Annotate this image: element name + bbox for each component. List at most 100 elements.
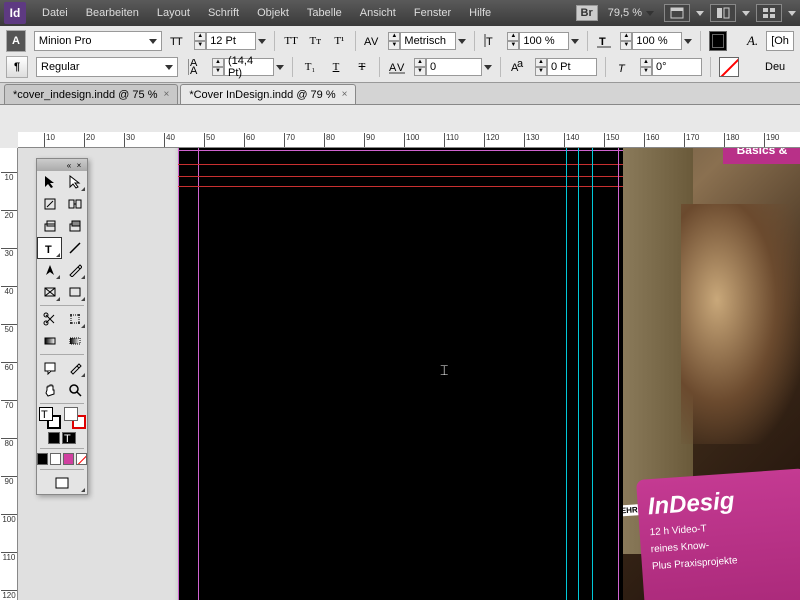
pen-tool[interactable]	[37, 259, 62, 281]
rectangle-tool[interactable]	[62, 281, 87, 303]
vscale-field[interactable]: ▲▼100 %	[507, 32, 579, 50]
svg-text:a: a	[517, 59, 524, 70]
collapse-icon[interactable]: «	[64, 161, 74, 170]
swatch-white[interactable]	[50, 453, 61, 465]
tab-label: *Cover InDesign.indd @ 79 %	[189, 89, 335, 101]
swatch-black[interactable]	[37, 453, 48, 465]
charstyle-icon: A.	[747, 33, 758, 49]
hscale-value[interactable]: 100 %	[632, 32, 682, 50]
superscript-button[interactable]: T¹	[331, 32, 347, 50]
font-size-icon: TT	[170, 32, 186, 50]
gap-tool[interactable]	[62, 193, 87, 215]
subscript-button[interactable]: T₁	[301, 58, 319, 76]
leading-value[interactable]: (14,4 Pt)	[224, 58, 274, 76]
menu-schrift[interactable]: Schrift	[200, 3, 247, 23]
free-transform-tool[interactable]	[62, 308, 87, 330]
menu-bearbeiten[interactable]: Bearbeiten	[78, 3, 147, 23]
swatch-magenta[interactable]	[63, 453, 74, 465]
content-placer-tool[interactable]	[62, 215, 87, 237]
bridge-button[interactable]: Br	[576, 5, 598, 21]
baseline-field[interactable]: ▲▼0 Pt	[535, 58, 597, 76]
font-style-value: Regular	[41, 61, 80, 73]
zoom-level-dropdown[interactable]: 79,5 %	[604, 7, 658, 19]
apply-color-button[interactable]	[48, 432, 60, 444]
strikethrough-button[interactable]: T	[353, 58, 371, 76]
hand-tool[interactable]	[37, 379, 62, 401]
view-mode-button-3[interactable]	[756, 4, 782, 22]
tracking-field[interactable]: ▲▼0	[414, 58, 492, 76]
canvas-area[interactable]: ⌶ Basics & LEHR InDesig 12 h Video-T rei…	[18, 148, 800, 600]
character-mode-button[interactable]: A	[6, 30, 26, 52]
skew-field[interactable]: ▲▼0°	[640, 58, 702, 76]
close-icon[interactable]: ×	[342, 89, 348, 100]
all-caps-button[interactable]: TT	[283, 32, 299, 50]
vscale-value[interactable]: 100 %	[519, 32, 569, 50]
fill-stroke-swatch[interactable]: T	[39, 407, 61, 429]
charstyle-dropdown[interactable]: [Oh	[766, 31, 794, 51]
line-tool[interactable]	[62, 237, 87, 259]
svg-text:A: A	[190, 65, 198, 75]
cover-image[interactable]: Basics & LEHR InDesig 12 h Video-T reine…	[623, 148, 800, 600]
kerning-value[interactable]: Metrisch	[400, 32, 456, 50]
scissors-tool[interactable]	[37, 308, 62, 330]
selection-tool[interactable]	[37, 171, 62, 193]
zoom-tool[interactable]	[62, 379, 87, 401]
panel-header[interactable]: «×	[37, 159, 87, 171]
view-mode-button-1[interactable]	[664, 4, 690, 22]
small-caps-button[interactable]: Tᴛ	[307, 32, 323, 50]
svg-text:T: T	[64, 433, 71, 443]
horizontal-ruler[interactable]: 0102030405060708090100110120130140150160…	[18, 132, 800, 148]
menu-datei[interactable]: Datei	[34, 3, 76, 23]
content-collector-tool[interactable]	[37, 215, 62, 237]
menu-layout[interactable]: Layout	[149, 3, 198, 23]
formatting-container-button[interactable]: T	[62, 432, 76, 444]
page-tool[interactable]	[37, 193, 62, 215]
vertical-ruler[interactable]: 0102030405060708090100110120	[0, 148, 18, 600]
page[interactable]: ⌶ Basics & LEHR InDesig 12 h Video-T rei…	[178, 148, 800, 600]
font-size-value[interactable]: 12 Pt	[206, 32, 256, 50]
menu-ansicht[interactable]: Ansicht	[352, 3, 404, 23]
close-icon[interactable]: ×	[163, 89, 169, 100]
text-stroke-swatch[interactable]	[719, 57, 739, 77]
tools-panel[interactable]: «× T T T	[36, 158, 88, 495]
kerning-field[interactable]: ▲▼Metrisch	[388, 32, 466, 50]
cover-title: InDesig	[647, 483, 799, 521]
menu-objekt[interactable]: Objekt	[249, 3, 297, 23]
document-tab-1[interactable]: *cover_indesign.indd @ 75 %×	[4, 84, 178, 104]
menu-hilfe[interactable]: Hilfe	[461, 3, 499, 23]
menu-tabelle[interactable]: Tabelle	[299, 3, 350, 23]
swatch-none[interactable]	[76, 453, 87, 465]
rectangle-frame-tool[interactable]	[37, 281, 62, 303]
note-tool[interactable]	[37, 357, 62, 379]
view-mode-tool[interactable]	[37, 472, 87, 494]
document-tab-2[interactable]: *Cover InDesign.indd @ 79 % ×	[180, 84, 356, 104]
hscale-field[interactable]: ▲▼100 %	[620, 32, 692, 50]
font-size-field[interactable]: ▲▼12 Pt	[194, 32, 266, 50]
tracking-value[interactable]: 0	[426, 58, 482, 76]
direct-selection-tool[interactable]	[62, 171, 87, 193]
gradient-feather-tool[interactable]	[62, 330, 87, 352]
menu-fenster[interactable]: Fenster	[406, 3, 459, 23]
type-tool[interactable]: T	[37, 237, 62, 259]
baseline-value[interactable]: 0 Pt	[547, 58, 597, 76]
font-style-dropdown[interactable]: Regular	[36, 57, 178, 77]
swap-fill-stroke[interactable]	[64, 407, 86, 429]
paragraph-mode-button[interactable]: ¶	[6, 56, 28, 78]
menu-bar: Id Datei Bearbeiten Layout Schrift Objek…	[0, 0, 800, 26]
language-dropdown[interactable]: Deu	[761, 57, 791, 77]
chevron-down-icon[interactable]	[742, 11, 750, 16]
underline-button[interactable]: T	[327, 58, 345, 76]
text-fill-swatch[interactable]	[709, 31, 727, 51]
close-icon[interactable]: ×	[74, 161, 84, 170]
font-family-dropdown[interactable]: Minion Pro	[34, 31, 162, 51]
pencil-tool[interactable]	[62, 259, 87, 281]
chevron-down-icon[interactable]	[696, 11, 704, 16]
view-mode-button-2[interactable]	[710, 4, 736, 22]
svg-text:T: T	[599, 36, 606, 48]
leading-field[interactable]: ▲▼(14,4 Pt)	[212, 58, 284, 76]
chevron-down-icon[interactable]	[788, 11, 796, 16]
chevron-down-icon	[258, 39, 266, 44]
eyedropper-tool[interactable]	[62, 357, 87, 379]
gradient-swatch-tool[interactable]	[37, 330, 62, 352]
skew-value[interactable]: 0°	[652, 58, 702, 76]
